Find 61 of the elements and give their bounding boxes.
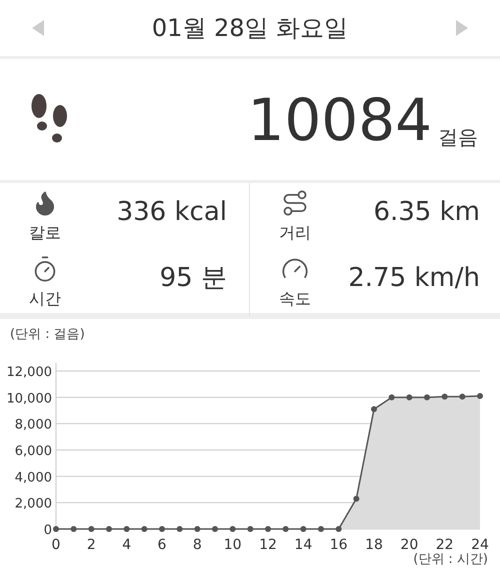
data-point (176, 526, 183, 532)
x-tick-label: 4 (122, 537, 132, 553)
data-point (371, 406, 377, 412)
x-tick-label: 16 (330, 537, 348, 553)
data-point (442, 394, 448, 400)
x-tick-label: 20 (400, 537, 418, 553)
x-tick-label: 24 (471, 537, 489, 553)
y-unit-label: (단위 : 걸음) (10, 326, 85, 344)
data-point (53, 526, 59, 532)
y-tick-label: 4,000 (14, 470, 52, 486)
stat-label: 속도 (279, 288, 311, 310)
y-tick-label: 6,000 (14, 444, 52, 459)
data-point (300, 526, 306, 532)
x-tick-label: 6 (158, 537, 166, 553)
data-point (159, 526, 165, 532)
data-point (459, 394, 466, 400)
y-tick-label: 10,000 (6, 391, 52, 406)
stat-value: 2.75 km/h (348, 262, 480, 294)
y-tick-label: 12,000 (6, 365, 52, 380)
data-point (282, 526, 289, 532)
data-point (106, 526, 112, 532)
x-tick-label: 0 (52, 537, 60, 553)
y-tick-label: 0 (44, 523, 52, 538)
stat-value: 6.35 km (373, 196, 480, 228)
y-tick-label: 8,000 (14, 418, 52, 433)
data-point (265, 526, 271, 532)
date-title: 01월 28일 화요일 (152, 13, 348, 44)
data-point (230, 526, 236, 532)
previous-arrow-icon[interactable] (32, 20, 44, 36)
data-point (318, 526, 324, 532)
stat-label: 시간 (29, 288, 61, 310)
x-tick-label: 2 (86, 537, 96, 553)
x-tick-label: 8 (192, 537, 202, 553)
data-point (477, 393, 483, 400)
stat-value: 95 분 (160, 262, 227, 294)
y-tick-label: 2,000 (14, 496, 52, 512)
route-icon (281, 189, 309, 217)
step-count: 10084 (247, 90, 432, 148)
x-tick-label: 14 (294, 537, 312, 553)
data-point (247, 526, 254, 532)
data-point (212, 526, 218, 532)
data-point (424, 394, 430, 400)
x-tick-label: 18 (365, 537, 383, 553)
x-tick-label: 12 (259, 537, 277, 553)
x-tick-label: 22 (436, 537, 454, 553)
step-unit: 걸음 (438, 126, 478, 146)
next-arrow-icon[interactable] (456, 20, 468, 36)
data-point (388, 394, 395, 400)
stat-label: 거리 (279, 222, 311, 244)
data-point (70, 526, 77, 532)
stat-label: 칼로 (29, 222, 61, 244)
data-point (124, 526, 130, 532)
x-unit-label: (단위 : 시간) (413, 553, 488, 567)
stat-value: 336 kcal (116, 196, 227, 228)
x-tick-label: 10 (224, 537, 242, 553)
data-point (141, 526, 148, 532)
data-point (406, 394, 412, 400)
data-point (194, 526, 200, 532)
data-point (336, 526, 342, 532)
data-point (88, 526, 94, 532)
data-point (353, 496, 360, 502)
